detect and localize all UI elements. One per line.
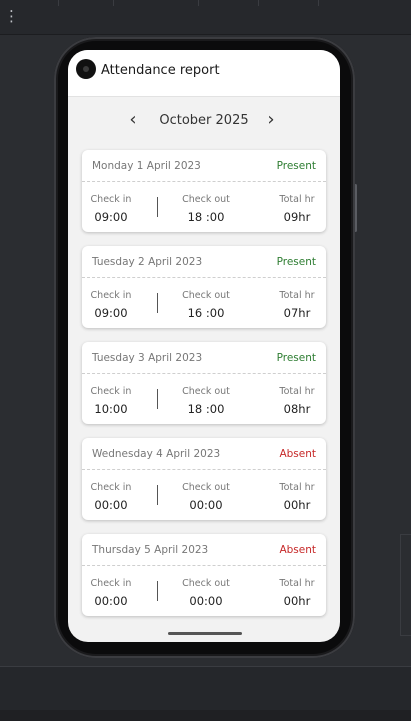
toolbar-divider [58,0,59,6]
check-in-label: Check in [90,386,132,397]
status-badge: Absent [279,544,316,556]
check-out-value: 00:00 [189,498,223,512]
total-hours-cell: Total hr 00hr [272,482,322,514]
total-hours-cell: Total hr 07hr [272,290,322,322]
home-indicator[interactable] [168,632,242,635]
check-in-value: 00:00 [94,498,128,512]
month-navigator: ‹ October 2025 › [68,110,340,132]
check-in-value: 10:00 [94,402,128,416]
ide-status-strip [0,710,411,721]
status-badge: Present [276,352,316,364]
total-hours-label: Total hr [279,386,315,397]
status-badge: Present [276,160,316,172]
more-vert-icon[interactable]: ⋮ [4,6,19,26]
toolbar-divider [198,0,199,6]
dashed-divider [82,373,326,374]
check-in-cell: Check in 00:00 [82,578,140,610]
total-hours-value: 00hr [283,594,311,608]
check-in-value: 09:00 [94,210,128,224]
check-in-cell: Check in 00:00 [82,482,140,514]
ide-bottom-bar [0,666,411,711]
check-in-label: Check in [90,194,132,205]
app-bar: Attendance report [68,50,340,97]
dashed-divider [82,565,326,566]
side-panel-edge [400,534,411,636]
vertical-separator [157,485,158,505]
chevron-left-icon[interactable]: ‹ [122,110,144,132]
total-hours-cell: Total hr 00hr [272,578,322,610]
check-out-label: Check out [182,290,230,301]
check-out-label: Check out [182,194,230,205]
check-out-value: 18 :00 [187,402,225,416]
total-hours-value: 09hr [283,210,311,224]
camera-icon [76,59,96,79]
check-in-value: 00:00 [94,594,128,608]
check-in-cell: Check in 09:00 [82,194,140,226]
check-out-label: Check out [182,386,230,397]
check-in-label: Check in [90,290,132,301]
page-title: Attendance report [101,63,220,78]
total-hours-value: 00hr [283,498,311,512]
dashed-divider [82,277,326,278]
total-hours-cell: Total hr 08hr [272,386,322,418]
card-date: Monday 1 April 2023 [92,160,201,172]
check-out-value: 00:00 [189,594,223,608]
chevron-right-icon[interactable]: › [260,110,282,132]
phone-screen: Attendance report ‹ October 2025 › Monda… [68,50,340,642]
attendance-card[interactable]: Tuesday 3 April 2023 Present Check in 10… [82,342,326,424]
attendance-card[interactable]: Tuesday 2 April 2023 Present Check in 09… [82,246,326,328]
check-out-label: Check out [182,482,230,493]
dashed-divider [82,469,326,470]
total-hours-label: Total hr [279,482,315,493]
check-in-label: Check in [90,578,132,589]
total-hours-value: 08hr [283,402,311,416]
check-out-cell: Check out 18 :00 [174,386,238,418]
check-out-value: 18 :00 [187,210,225,224]
card-date: Tuesday 3 April 2023 [92,352,203,364]
card-date: Tuesday 2 April 2023 [92,256,203,268]
status-badge: Absent [279,448,316,460]
vertical-separator [157,581,158,601]
check-out-cell: Check out 00:00 [174,578,238,610]
attendance-card[interactable]: Monday 1 April 2023 Present Check in 09:… [82,150,326,232]
toolbar-divider [113,0,114,6]
dashed-divider [82,181,326,182]
check-in-value: 09:00 [94,306,128,320]
attendance-card[interactable]: Thursday 5 April 2023 Absent Check in 00… [82,534,326,616]
total-hours-cell: Total hr 09hr [272,194,322,226]
vertical-separator [157,293,158,313]
total-hours-label: Total hr [279,578,315,589]
vertical-separator [157,197,158,217]
check-out-cell: Check out 00:00 [174,482,238,514]
total-hours-value: 07hr [283,306,311,320]
attendance-card[interactable]: Wednesday 4 April 2023 Absent Check in 0… [82,438,326,520]
check-out-cell: Check out 16 :00 [174,290,238,322]
check-in-cell: Check in 09:00 [82,290,140,322]
vertical-separator [157,389,158,409]
check-out-label: Check out [182,578,230,589]
toolbar-divider [258,0,259,6]
check-out-cell: Check out 18 :00 [174,194,238,226]
ide-top-bar: ⋮ [0,0,411,35]
check-in-label: Check in [90,482,132,493]
month-label: October 2025 [159,113,249,128]
card-date: Thursday 5 April 2023 [92,544,209,556]
status-badge: Present [276,256,316,268]
check-in-cell: Check in 10:00 [82,386,140,418]
total-hours-label: Total hr [279,290,315,301]
total-hours-label: Total hr [279,194,315,205]
check-out-value: 16 :00 [187,306,225,320]
toolbar-divider [318,0,319,6]
card-date: Wednesday 4 April 2023 [92,448,221,460]
